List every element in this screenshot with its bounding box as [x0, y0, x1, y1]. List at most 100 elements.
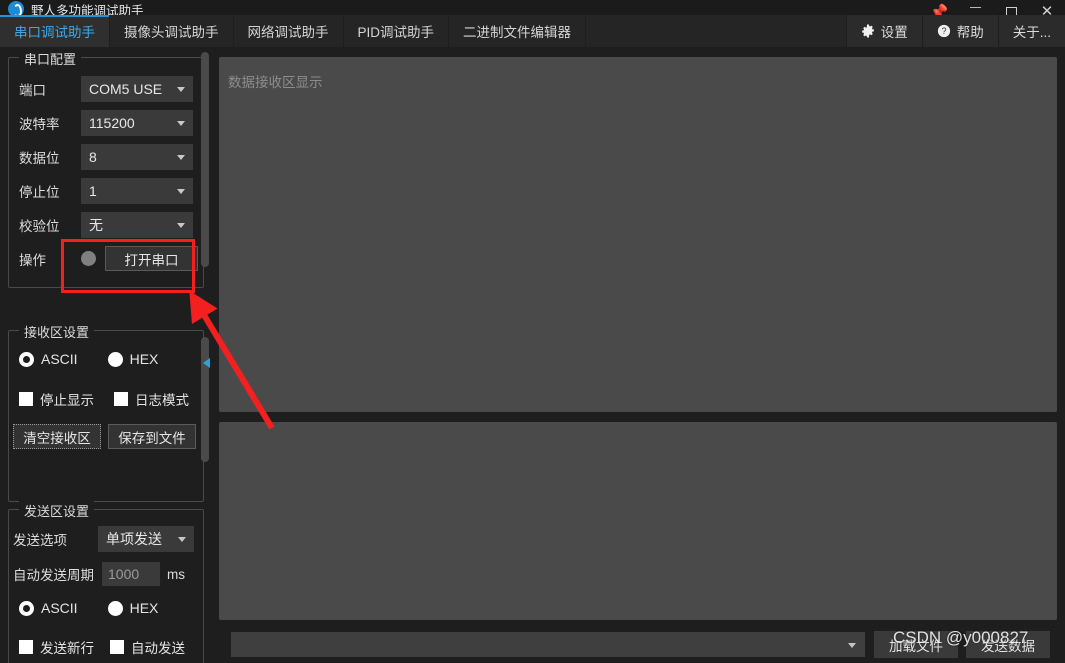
stop-display-checkbox[interactable]: 停止显示 [19, 389, 94, 409]
stopbits-label: 停止位 [19, 181, 81, 201]
tab-camera-debug[interactable]: 摄像头调试助手 [110, 15, 234, 47]
baud-value: 115200 [89, 115, 135, 131]
send-mode-hex-radio[interactable]: HEX [108, 600, 159, 616]
help-label: 帮助 [957, 21, 984, 41]
close-icon[interactable]: ✕ [1029, 2, 1065, 15]
csdn-watermark: CSDN @y000827 [893, 628, 1028, 648]
auto-period-unit: ms [167, 567, 185, 582]
chevron-down-icon [177, 121, 185, 126]
send-option-select[interactable]: 单项发送 [98, 526, 194, 552]
serial-config-title: 串口配置 [19, 49, 81, 68]
send-mode-ascii-radio[interactable]: ASCII [19, 600, 78, 616]
log-mode-checkbox[interactable]: 日志模式 [114, 389, 189, 409]
databits-select[interactable]: 8 [81, 144, 193, 170]
send-settings-group: 发送区设置 发送选项 单项发送 自动发送周期 1000 ms ASCII [8, 509, 204, 663]
clear-receive-button[interactable]: 清空接收区 [13, 424, 101, 449]
save-to-file-label: 保存到文件 [118, 427, 186, 447]
chevron-down-icon [848, 643, 856, 648]
auto-send-checkbox[interactable]: 自动发送 [110, 637, 185, 657]
help-button[interactable]: ? 帮助 [922, 15, 998, 47]
settings-label: 设置 [881, 21, 908, 41]
send-settings-title: 发送区设置 [19, 501, 94, 520]
send-newline-label: 发送新行 [40, 637, 94, 657]
checkbox-box-icon [114, 392, 128, 406]
send-option-label: 发送选项 [13, 529, 98, 549]
checkbox-box-icon [19, 392, 33, 406]
port-label: 端口 [19, 79, 81, 99]
window-title: 野人多功能调试助手 [31, 4, 144, 15]
receive-settings-group: 接收区设置 ASCII HEX 停止显示 日志模式 [8, 330, 204, 502]
tab-serial-debug[interactable]: 串口调试助手 [0, 15, 110, 47]
operation-label: 操作 [19, 249, 72, 269]
toolbar: 设置 ? 帮助 关于... [846, 15, 1065, 47]
tab-label: 摄像头调试助手 [124, 21, 219, 41]
chevron-down-icon [177, 87, 185, 92]
log-mode-label: 日志模式 [135, 389, 189, 409]
receive-placeholder-text: 数据接收区显示 [228, 71, 323, 91]
port-select[interactable]: COM5 USE [81, 76, 193, 102]
send-hex-label: HEX [130, 600, 159, 616]
send-ascii-label: ASCII [41, 600, 78, 616]
send-newline-checkbox[interactable]: 发送新行 [19, 637, 94, 657]
baud-select[interactable]: 115200 [81, 110, 193, 136]
send-option-value: 单项发送 [106, 529, 162, 549]
open-serial-port-label: 打开串口 [125, 249, 179, 269]
receive-ascii-label: ASCII [41, 351, 78, 367]
receive-mode-hex-radio[interactable]: HEX [108, 351, 159, 367]
radio-dot-icon [108, 352, 123, 367]
left-settings-panel: 串口配置 端口 COM5 USE 波特率 115200 数据位 8 [0, 47, 214, 663]
about-button[interactable]: 关于... [998, 15, 1065, 47]
tab-label: 串口调试助手 [14, 21, 95, 41]
tab-label: 网络调试助手 [248, 21, 329, 41]
checkbox-box-icon [19, 640, 33, 654]
window-controls: 📌 ✕ [921, 0, 1065, 15]
chevron-down-icon [178, 537, 186, 542]
maximize-icon[interactable] [993, 0, 1029, 15]
auto-period-value: 1000 [108, 566, 139, 582]
auto-send-label: 自动发送 [131, 637, 185, 657]
port-value: COM5 USE [89, 81, 162, 97]
svg-text:?: ? [941, 26, 946, 36]
minimize-icon[interactable] [957, 0, 993, 15]
checkbox-box-icon [110, 640, 124, 654]
tab-bar-filler [586, 15, 846, 47]
tab-label: PID调试助手 [358, 21, 435, 41]
parity-label: 校验位 [19, 215, 81, 235]
send-edit-area[interactable] [219, 422, 1057, 620]
tab-binary-editor[interactable]: 二进制文件编辑器 [449, 15, 586, 47]
tab-pid-debug[interactable]: PID调试助手 [344, 15, 450, 47]
tab-network-debug[interactable]: 网络调试助手 [234, 15, 344, 47]
stop-display-label: 停止显示 [40, 389, 94, 409]
databits-value: 8 [89, 149, 97, 165]
chevron-down-icon [177, 189, 185, 194]
about-label: 关于... [1013, 21, 1051, 41]
databits-label: 数据位 [19, 147, 81, 167]
chevron-down-icon [177, 223, 185, 228]
stopbits-value: 1 [89, 183, 97, 199]
parity-select[interactable]: 无 [81, 212, 193, 238]
radio-dot-icon [108, 601, 123, 616]
receive-display-area[interactable]: 数据接收区显示 [219, 57, 1057, 412]
gear-icon [861, 24, 875, 38]
app-logo-icon [8, 1, 24, 15]
connection-status-led [81, 251, 96, 266]
save-to-file-button[interactable]: 保存到文件 [108, 424, 196, 449]
send-command-combobox[interactable] [231, 632, 865, 657]
auto-period-label: 自动发送周期 [13, 564, 102, 584]
radio-dot-icon [19, 352, 34, 367]
serial-config-group: 串口配置 端口 COM5 USE 波特率 115200 数据位 8 [8, 57, 204, 288]
radio-dot-icon [19, 601, 34, 616]
receive-mode-ascii-radio[interactable]: ASCII [19, 351, 78, 367]
pin-icon[interactable]: 📌 [921, 0, 957, 15]
open-serial-port-button[interactable]: 打开串口 [105, 246, 198, 271]
stopbits-select[interactable]: 1 [81, 178, 193, 204]
baud-label: 波特率 [19, 113, 81, 133]
parity-value: 无 [89, 215, 103, 235]
receive-hex-label: HEX [130, 351, 159, 367]
settings-button[interactable]: 设置 [846, 15, 922, 47]
clear-receive-label: 清空接收区 [23, 427, 91, 447]
splitter-handle-icon[interactable] [203, 358, 210, 368]
title-bar: 野人多功能调试助手 📌 ✕ [0, 0, 1065, 15]
app-window: 野人多功能调试助手 📌 ✕ 串口调试助手 摄像头调试助手 网络调试助手 PID调… [0, 0, 1065, 663]
auto-period-input[interactable]: 1000 [102, 562, 160, 586]
